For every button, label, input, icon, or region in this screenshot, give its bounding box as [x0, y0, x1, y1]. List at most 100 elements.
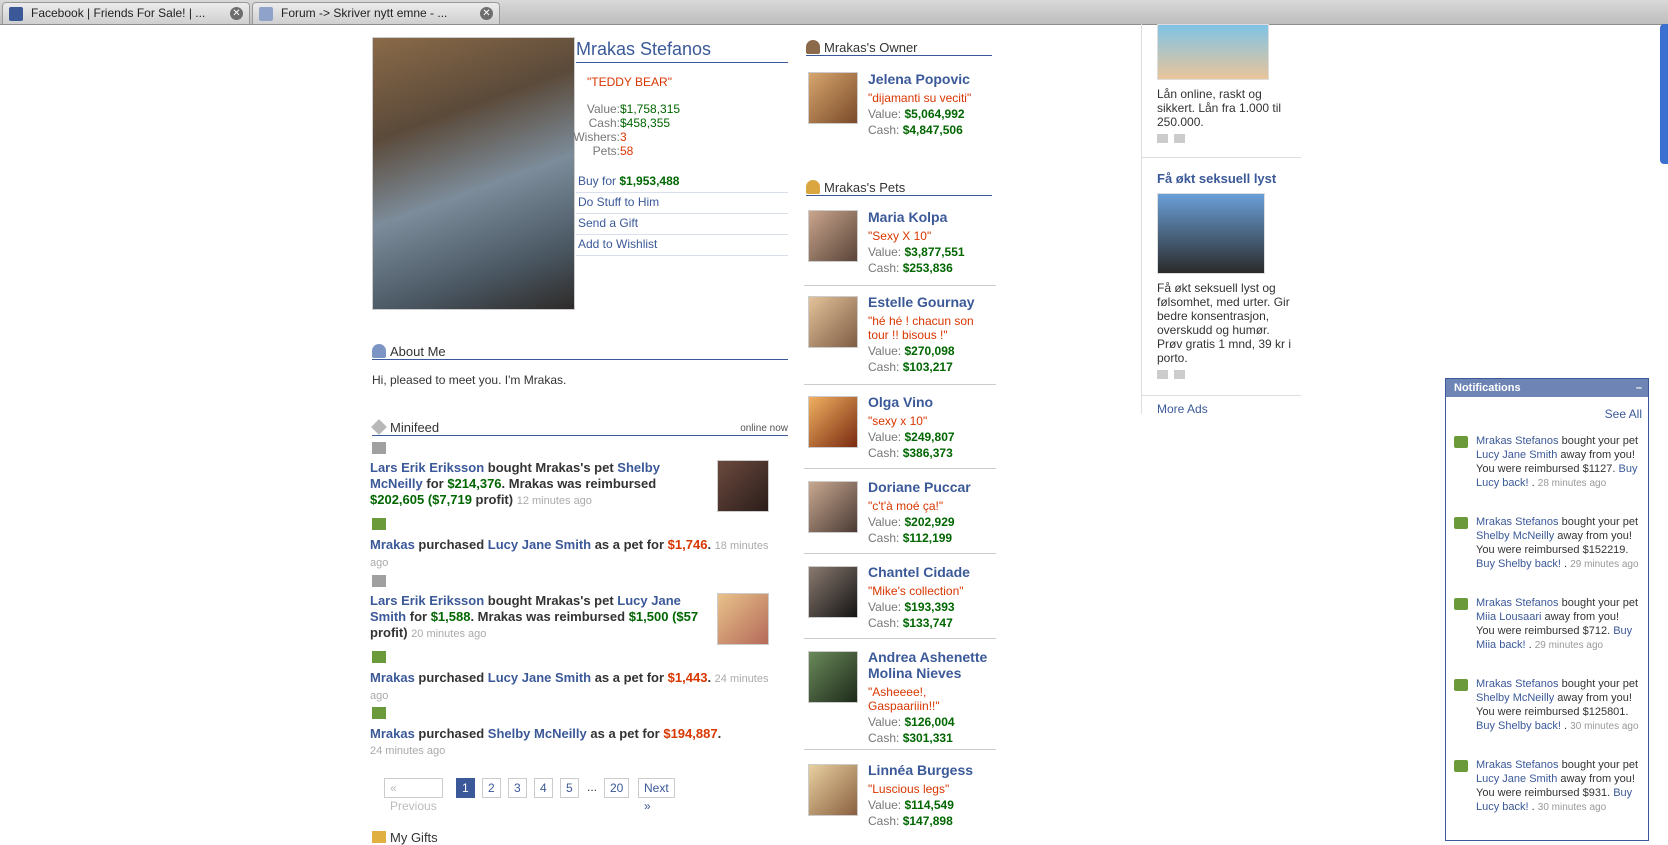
profile-name[interactable]: Mrakas Stefanos	[576, 39, 788, 63]
feed-actor-link[interactable]: Lars Erik Eriksson	[370, 593, 484, 608]
send-gift-link[interactable]: Send a Gift	[576, 214, 788, 235]
page-icon	[259, 7, 273, 21]
money-icon	[1454, 679, 1468, 691]
close-icon[interactable]: ✕	[480, 7, 493, 20]
pets-icon	[806, 180, 820, 194]
page-5-button[interactable]: 5	[560, 778, 579, 798]
pet-name[interactable]: Doriane Puccar	[868, 479, 996, 495]
pet-photo[interactable]	[808, 396, 858, 448]
ad-text: Lån online, raskt og sikkert. Lån fra 1.…	[1157, 87, 1282, 129]
pet-name[interactable]: Maria Kolpa	[868, 209, 996, 225]
feed-pet-link[interactable]: Shelby McNeilly	[488, 726, 587, 741]
feed-item: Lars Erik Eriksson bought Mrakas's pet L…	[370, 593, 699, 640]
pet-name[interactable]: Estelle Gournay	[868, 294, 996, 310]
feed-actor-link[interactable]: Mrakas	[370, 670, 415, 685]
pet-quote: "sexy x 10"	[868, 414, 928, 428]
cart-add-icon	[372, 518, 386, 530]
pet-cash: Cash: $112,199	[868, 531, 953, 545]
ad-title[interactable]: Få økt seksuell lyst	[1157, 171, 1276, 186]
notif-actor-link[interactable]: Mrakas Stefanos	[1476, 516, 1559, 528]
minimize-icon[interactable]: –	[1636, 379, 1642, 397]
profile-photo[interactable]	[372, 37, 575, 310]
notif-actor-link[interactable]: Mrakas Stefanos	[1476, 597, 1559, 609]
pet-name[interactable]: Linnéa Burgess	[868, 762, 996, 778]
pet-quote: "Sexy X 10"	[868, 229, 932, 243]
ad-rating-icons[interactable]	[1157, 370, 1189, 380]
feed-actor-link[interactable]: Mrakas	[370, 537, 415, 552]
page-4-button[interactable]: 4	[534, 778, 553, 798]
feed-thumbnail[interactable]	[717, 593, 769, 645]
pet-name[interactable]: Chantel Cidade	[868, 564, 996, 580]
owner-photo[interactable]	[808, 72, 858, 124]
pet-card: Doriane Puccar "c't'à moé ça!" Value: $2…	[804, 475, 996, 554]
feed-item: Lars Erik Eriksson bought Mrakas's pet S…	[370, 460, 660, 507]
notif-actor-link[interactable]: Mrakas Stefanos	[1476, 759, 1559, 771]
more-ads-link[interactable]: More Ads	[1157, 402, 1208, 416]
tab-facebook[interactable]: Facebook | Friends For Sale! | ... ✕	[2, 2, 250, 24]
money-icon	[1454, 598, 1468, 610]
owner-heading: Mrakas's Owner	[806, 40, 992, 56]
pet-name[interactable]: Olga Vino	[868, 394, 996, 410]
buy-back-link[interactable]: Buy Shelby back!	[1476, 720, 1561, 732]
notification-item: Mrakas Stefanos bought your pet Shelby M…	[1476, 678, 1639, 732]
pet-name[interactable]: Andrea Ashenette Molina Nieves	[868, 649, 996, 681]
next-page-button[interactable]: Next »	[638, 778, 675, 813]
pet-value: Value: $193,393	[868, 600, 955, 614]
notif-actor-link[interactable]: Mrakas Stefanos	[1476, 435, 1559, 447]
buy-button[interactable]: Buy for $1,953,488	[576, 172, 788, 193]
stat-value: Value: $1,758,315	[586, 102, 681, 116]
tag-icon	[371, 419, 387, 435]
owner-quote: "dijamanti su veciti"	[868, 91, 972, 105]
notif-pet-link[interactable]: Lucy Jane Smith	[1476, 449, 1557, 461]
buy-back-link[interactable]: Buy Shelby back!	[1476, 558, 1561, 570]
notif-pet-link[interactable]: Shelby McNeilly	[1476, 530, 1554, 542]
page-2-button[interactable]: 2	[482, 778, 501, 798]
ad-text: Få økt seksuell lyst og følsomhet, med u…	[1157, 281, 1292, 365]
pet-photo[interactable]	[808, 764, 858, 816]
ad-image[interactable]	[1157, 193, 1265, 274]
owner-name[interactable]: Jelena Popovic	[868, 71, 996, 87]
pet-photo[interactable]	[808, 481, 858, 533]
about-text: Hi, pleased to meet you. I'm Mrakas.	[372, 373, 567, 387]
person-icon	[372, 344, 386, 358]
tab-forum[interactable]: Forum -> Skriver nytt emne - ... ✕	[252, 2, 500, 24]
feed-thumbnail[interactable]	[717, 460, 769, 512]
close-icon[interactable]: ✕	[230, 7, 243, 20]
pet-cash: Cash: $133,747	[868, 616, 953, 630]
pager-ellipsis: ...	[587, 780, 598, 794]
page-20-button[interactable]: 20	[604, 778, 630, 798]
ad-image[interactable]	[1157, 24, 1269, 80]
see-all-link[interactable]: See All	[1605, 407, 1642, 421]
scrollbar[interactable]	[1660, 24, 1668, 164]
cart-add-icon	[372, 651, 386, 663]
pet-value: Value: $202,929	[868, 515, 955, 529]
notifications-header: Notifications –	[1446, 379, 1648, 397]
page-1-button[interactable]: 1	[456, 778, 475, 798]
pet-quote: "Asheeee!, Gaspaariiin!!"	[868, 685, 940, 713]
pet-card: Linnéa Burgess "Luscious legs" Value: $1…	[804, 758, 996, 839]
pet-photo[interactable]	[808, 296, 858, 348]
minifeed-heading: Minifeed online now	[371, 419, 788, 436]
add-to-wishlist-link[interactable]: Add to Wishlist	[576, 235, 788, 256]
do-stuff-link[interactable]: Do Stuff to Him	[576, 193, 788, 214]
pet-photo[interactable]	[808, 651, 858, 703]
pet-quote: "Mike's collection"	[868, 584, 964, 598]
notif-pet-link[interactable]: Miia Lousaari	[1476, 611, 1541, 623]
page-3-button[interactable]: 3	[508, 778, 527, 798]
previous-page-button[interactable]: « Previous	[384, 778, 443, 813]
pet-card: Olga Vino "sexy x 10" Value: $249,807 Ca…	[804, 390, 996, 469]
stat-pets: Pets: 58	[592, 144, 634, 158]
ad-rating-icons[interactable]	[1157, 134, 1189, 144]
feed-pet-link[interactable]: Lucy Jane Smith	[488, 670, 591, 685]
pet-cash: Cash: $147,898	[868, 814, 953, 828]
pet-value: Value: $3,877,551	[868, 245, 965, 259]
pet-photo[interactable]	[808, 566, 858, 618]
pet-photo[interactable]	[808, 210, 858, 262]
notif-pet-link[interactable]: Shelby McNeilly	[1476, 692, 1554, 704]
feed-actor-link[interactable]: Lars Erik Eriksson	[370, 460, 484, 475]
feed-pet-link[interactable]: Lucy Jane Smith	[488, 537, 591, 552]
gifts-heading: My Gifts	[372, 830, 438, 845]
notif-pet-link[interactable]: Lucy Jane Smith	[1476, 773, 1557, 785]
feed-actor-link[interactable]: Mrakas	[370, 726, 415, 741]
notif-actor-link[interactable]: Mrakas Stefanos	[1476, 678, 1559, 690]
